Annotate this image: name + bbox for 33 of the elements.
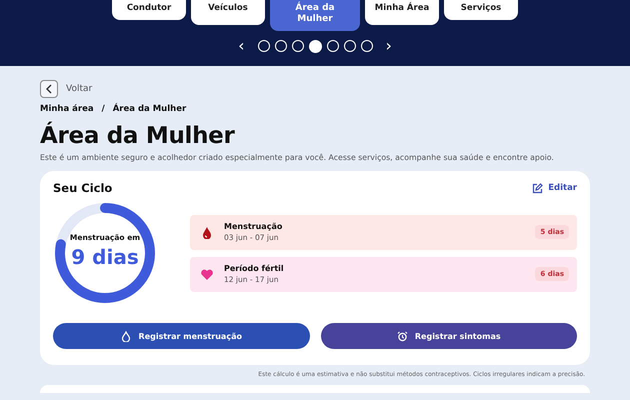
drop-icon (120, 330, 132, 342)
previous-button[interactable]: ‹ (230, 38, 252, 54)
next-button[interactable]: › (378, 38, 400, 54)
period-name: Período fértil (224, 264, 285, 273)
edit-button[interactable]: Editar (532, 182, 577, 194)
pager-dot[interactable] (360, 40, 372, 52)
back-button[interactable] (40, 80, 58, 98)
breadcrumb-link[interactable]: Área da Mulher (112, 104, 186, 114)
pager-dot[interactable] (258, 40, 270, 52)
breadcrumb-separator: / (102, 104, 105, 114)
breadcrumb-link[interactable]: Minha área (40, 104, 94, 114)
nav-tab[interactable]: Veículos (191, 0, 265, 25)
days-remaining: 9 dias (70, 245, 140, 269)
nav-tab[interactable]: Serviços (444, 0, 518, 20)
pager-dot[interactable] (292, 40, 304, 52)
nav-tab[interactable]: Área da Mulher (270, 0, 360, 30)
pager-dot[interactable] (344, 40, 356, 52)
heart-icon (200, 268, 214, 280)
nav-tab[interactable]: Minha Área (365, 0, 439, 25)
alarm-clock-icon (396, 330, 408, 342)
chevron-left-icon (45, 84, 53, 94)
drop-icon (200, 226, 214, 238)
nav-tab[interactable]: Condutor (112, 0, 186, 20)
back-link[interactable]: Voltar (66, 84, 92, 94)
pager-dot[interactable] (326, 40, 338, 52)
action-button[interactable]: Registrar sintomas (320, 323, 577, 349)
card-title: Seu Ciclo (53, 181, 112, 195)
pager-dot[interactable] (308, 40, 322, 52)
pager-dot[interactable] (274, 40, 286, 52)
page-title: Área da Mulher (40, 123, 236, 149)
period-name: Menstruação (224, 222, 284, 231)
edit-icon (532, 182, 544, 194)
action-button[interactable]: Registrar menstruação (53, 323, 310, 349)
